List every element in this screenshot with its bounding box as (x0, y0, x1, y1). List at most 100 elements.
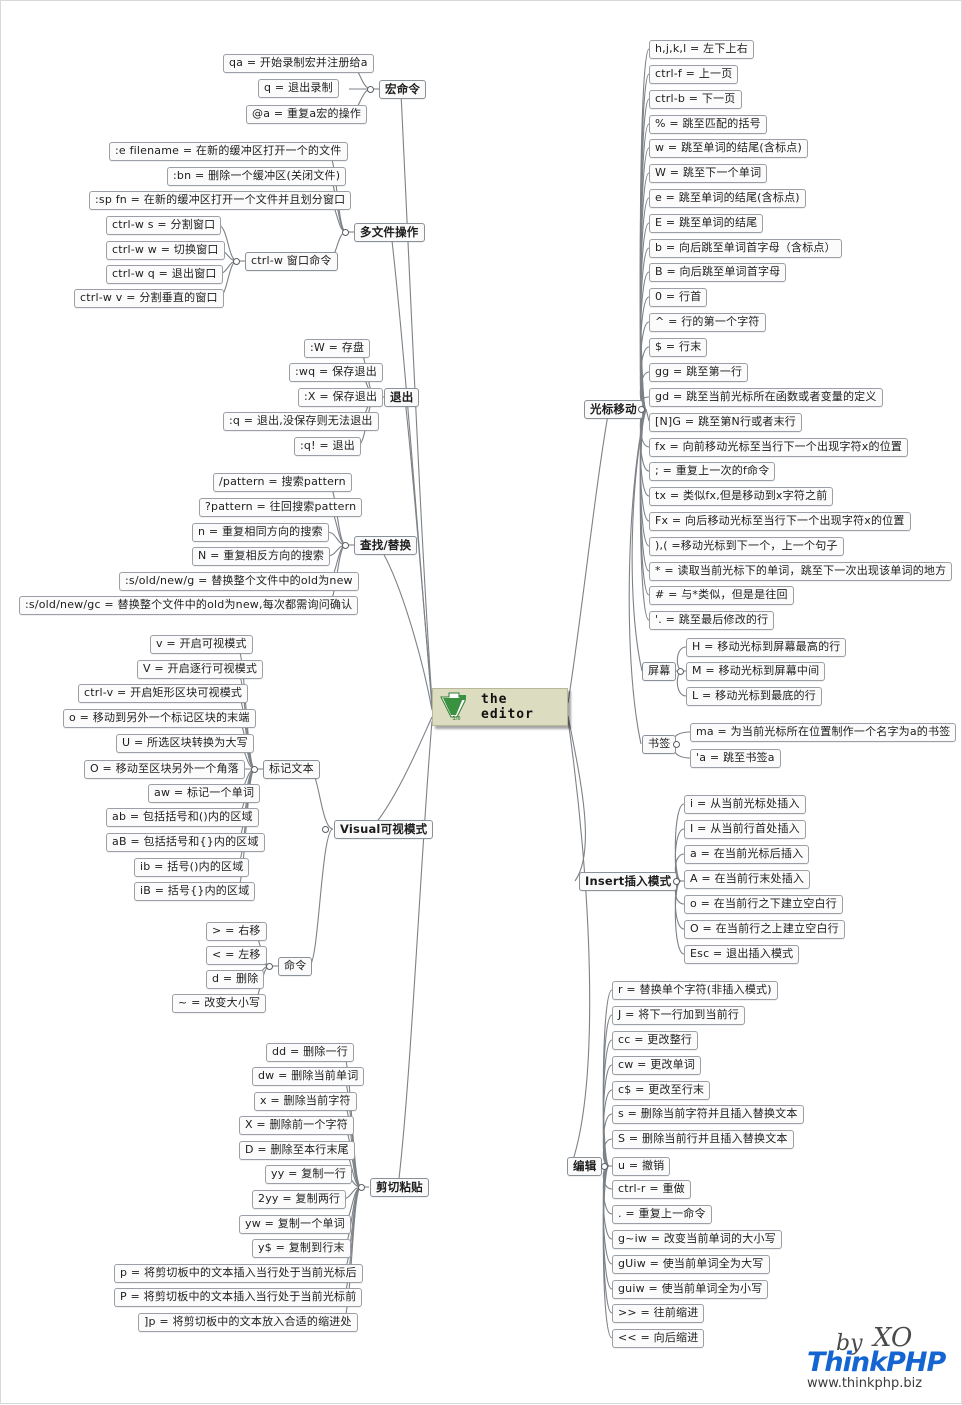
branch-quit[interactable]: 退出 (384, 388, 420, 407)
subbranch-ctrlw[interactable]: ctrl-w 窗口命令 (245, 252, 338, 271)
leaf-cut-3[interactable]: X = 删除前一个字符 (239, 1116, 354, 1135)
branch-edit[interactable]: 编辑 (567, 1157, 603, 1176)
leaf-cursor-3[interactable]: % = 跳至匹配的括号 (649, 115, 767, 134)
branch-visual[interactable]: Visual可视模式 (334, 820, 434, 839)
leaf-macro-2[interactable]: @a = 重复a宏的操作 (246, 105, 368, 124)
subbranch-bookmark[interactable]: 书签 (642, 735, 677, 754)
leaf-cursor-8[interactable]: b = 向后跳至单词首字母（含标点） (649, 239, 842, 258)
leaf-vcmd-3[interactable]: ~ = 改变大小写 (172, 994, 267, 1013)
branch-cursor[interactable]: 光标移动 (584, 400, 643, 419)
leaf-insert-3[interactable]: A = 在当前行末处插入 (684, 870, 811, 889)
leaf-cursor-13[interactable]: gg = 跳至第一行 (649, 363, 749, 382)
leaf-cursor-15[interactable]: [N]G = 跳至第N行或者末行 (649, 413, 802, 432)
leaf-cursor-0[interactable]: h,j,k,l = 左下上右 (649, 40, 754, 59)
leaf-cursor-9[interactable]: B = 向后跳至单词首字母 (649, 263, 787, 282)
leaf-cursor-11[interactable]: ^ = 行的第一个字符 (649, 313, 766, 332)
leaf-cut-8[interactable]: y$ = 复制到行末 (252, 1239, 351, 1258)
leaf-cursor-10[interactable]: 0 = 行首 (649, 288, 708, 307)
leaf-mark-3[interactable]: o = 移动到另外一个标记区块的末端 (63, 709, 256, 728)
leaf-find-2[interactable]: n = 重复相同方向的搜索 (192, 523, 329, 542)
leaf-cut-9[interactable]: p = 将剪切板中的文本插入当行处于当前光标后 (114, 1264, 363, 1283)
subbranch-marktext-dot[interactable] (251, 766, 258, 773)
leaf-bookmark-0[interactable]: ma = 为当前光标所在位置制作一个名字为a的书签 (690, 723, 957, 742)
leaf-find-5[interactable]: :s/old/new/gc = 替换整个文件中的old为new,每次都需询问确认 (19, 596, 359, 615)
leaf-mark-8[interactable]: aB = 包括括号和{}内的区域 (106, 833, 265, 852)
branch-macro[interactable]: 宏命令 (379, 80, 427, 99)
leaf-vcmd-1[interactable]: < = 左移 (206, 946, 267, 965)
leaf-find-4[interactable]: :s/old/new/g = 替换整个文件中的old为new (119, 572, 359, 591)
leaf-mark-0[interactable]: v = 开启可视模式 (150, 635, 253, 654)
leaf-edit-1[interactable]: J = 将下一行加到当前行 (612, 1006, 746, 1025)
leaf-find-3[interactable]: N = 重复相反方向的搜索 (192, 547, 331, 566)
leaf-edit-13[interactable]: >> = 往前缩进 (612, 1304, 705, 1323)
leaf-edit-6[interactable]: S = 删除当前行并且插入替换文本 (612, 1130, 794, 1149)
leaf-quit-3[interactable]: :q = 退出,没保存则无法退出 (223, 412, 379, 431)
branch-visual-dot[interactable] (322, 826, 329, 833)
leaf-multifile-2[interactable]: :sp fn = 在新的缓冲区打开一个文件并且划分窗口 (89, 191, 352, 210)
leaf-cut-1[interactable]: dw = 删除当前单词 (252, 1067, 365, 1086)
branch-findreplace-dot[interactable] (342, 542, 349, 549)
branch-cursor-dot[interactable] (638, 406, 645, 413)
leaf-cursor-7[interactable]: E = 跳至单词的结尾 (649, 214, 764, 233)
leaf-insert-1[interactable]: I = 从当前行首处插入 (684, 820, 806, 839)
leaf-bookmark-1[interactable]: 'a = 跳至书签a (690, 749, 781, 768)
leaf-mark-10[interactable]: iB = 括号{}内的区域 (134, 882, 256, 901)
leaf-edit-4[interactable]: c$ = 更改至行末 (612, 1081, 711, 1100)
leaf-cursor-21[interactable]: * = 读取当前光标下的单词，跳至下一次出现该单词的地方 (649, 562, 953, 581)
leaf-find-1[interactable]: ?pattern = 往回搜索pattern (199, 498, 363, 517)
branch-cutpaste-dot[interactable] (358, 1184, 365, 1191)
leaf-cut-11[interactable]: ]p = 将剪切板中的文本放入合适的缩进处 (138, 1313, 358, 1332)
leaf-quit-2[interactable]: :X = 保存退出 (298, 388, 384, 407)
leaf-edit-10[interactable]: g~iw = 改变当前单词的大小写 (612, 1230, 782, 1249)
leaf-cut-0[interactable]: dd = 删除一行 (266, 1043, 354, 1062)
leaf-edit-12[interactable]: guiw = 使当前单词全为小写 (612, 1280, 769, 1299)
leaf-macro-1[interactable]: q = 退出录制 (258, 79, 339, 98)
subbranch-visual-cmd[interactable]: 命令 (278, 957, 313, 976)
leaf-cursor-23[interactable]: '. = 跳至最后修改的行 (649, 611, 775, 630)
leaf-find-0[interactable]: /pattern = 搜索pattern (213, 473, 352, 492)
branch-multifile-dot[interactable] (342, 229, 349, 236)
branch-insert-dot[interactable] (673, 878, 680, 885)
leaf-cursor-6[interactable]: e = 跳至单词的结尾(含标点) (649, 189, 806, 208)
leaf-cursor-4[interactable]: w = 跳至单词的结尾(含标点) (649, 139, 808, 158)
leaf-quit-1[interactable]: :wq = 保存退出 (289, 363, 383, 382)
leaf-insert-6[interactable]: Esc = 退出插入模式 (684, 945, 800, 964)
leaf-edit-14[interactable]: << = 向后缩进 (612, 1329, 705, 1348)
subbranch-screen-dot[interactable] (677, 668, 684, 675)
leaf-edit-11[interactable]: gUiw = 使当前单词全为大写 (612, 1255, 770, 1274)
leaf-ctrlw-0[interactable]: ctrl-w s = 分割窗口 (106, 216, 222, 235)
subbranch-ctrlw-dot[interactable] (233, 258, 240, 265)
branch-edit-dot[interactable] (601, 1163, 608, 1170)
subbranch-marktext[interactable]: 标记文本 (263, 760, 320, 779)
subbranch-visual-cmd-dot[interactable] (266, 963, 273, 970)
leaf-quit-4[interactable]: :q! = 退出 (294, 437, 361, 456)
branch-findreplace[interactable]: 查找/替换 (354, 536, 418, 555)
leaf-cursor-22[interactable]: # = 与*类似，但是是往回 (649, 586, 794, 605)
leaf-screen-0[interactable]: H = 移动光标到屏幕最高的行 (686, 638, 847, 657)
leaf-edit-5[interactable]: s = 删除当前字符并且插入替换文本 (612, 1105, 804, 1124)
leaf-insert-5[interactable]: O = 在当前行之上建立空白行 (684, 920, 845, 939)
leaf-edit-9[interactable]: . = 重复上一命令 (612, 1205, 712, 1224)
leaf-cut-10[interactable]: P = 将剪切板中的文本插入当行处于当前光标前 (114, 1288, 363, 1307)
leaf-cursor-12[interactable]: $ = 行末 (649, 338, 708, 357)
branch-cutpaste[interactable]: 剪切粘贴 (370, 1178, 429, 1197)
leaf-vcmd-2[interactable]: d = 删除 (206, 970, 265, 989)
leaf-cut-5[interactable]: yy = 复制一行 (265, 1165, 353, 1184)
leaf-cut-4[interactable]: D = 删除至本行末尾 (239, 1141, 355, 1160)
leaf-cursor-17[interactable]: ; = 重复上一次的f命令 (649, 462, 776, 481)
branch-multifile[interactable]: 多文件操作 (354, 223, 425, 242)
leaf-mark-2[interactable]: ctrl-v = 开启矩形区块可视模式 (78, 684, 249, 703)
leaf-screen-2[interactable]: L = 移动光标到最底的行 (686, 687, 822, 706)
leaf-vcmd-0[interactable]: > = 右移 (206, 922, 267, 941)
leaf-edit-7[interactable]: u = 撤销 (612, 1157, 671, 1176)
leaf-ctrlw-1[interactable]: ctrl-w w = 切换窗口 (106, 241, 225, 260)
leaf-mark-6[interactable]: aw = 标记一个单词 (148, 784, 261, 803)
leaf-edit-2[interactable]: cc = 更改整行 (612, 1031, 699, 1050)
leaf-mark-9[interactable]: ib = 括号()内的区域 (134, 858, 250, 877)
subbranch-bookmark-dot[interactable] (673, 741, 680, 748)
leaf-cursor-19[interactable]: Fx = 向后移动光标至当行下一个出现字符x的位置 (649, 512, 911, 531)
leaf-cursor-16[interactable]: fx = 向前移动光标至当行下一个出现字符x的位置 (649, 438, 909, 457)
leaf-mark-7[interactable]: ab = 包括括号和()内的区域 (106, 808, 259, 827)
leaf-mark-1[interactable]: V = 开启逐行可视模式 (137, 660, 264, 679)
leaf-mark-4[interactable]: U = 所选区块转换为大写 (116, 734, 254, 753)
